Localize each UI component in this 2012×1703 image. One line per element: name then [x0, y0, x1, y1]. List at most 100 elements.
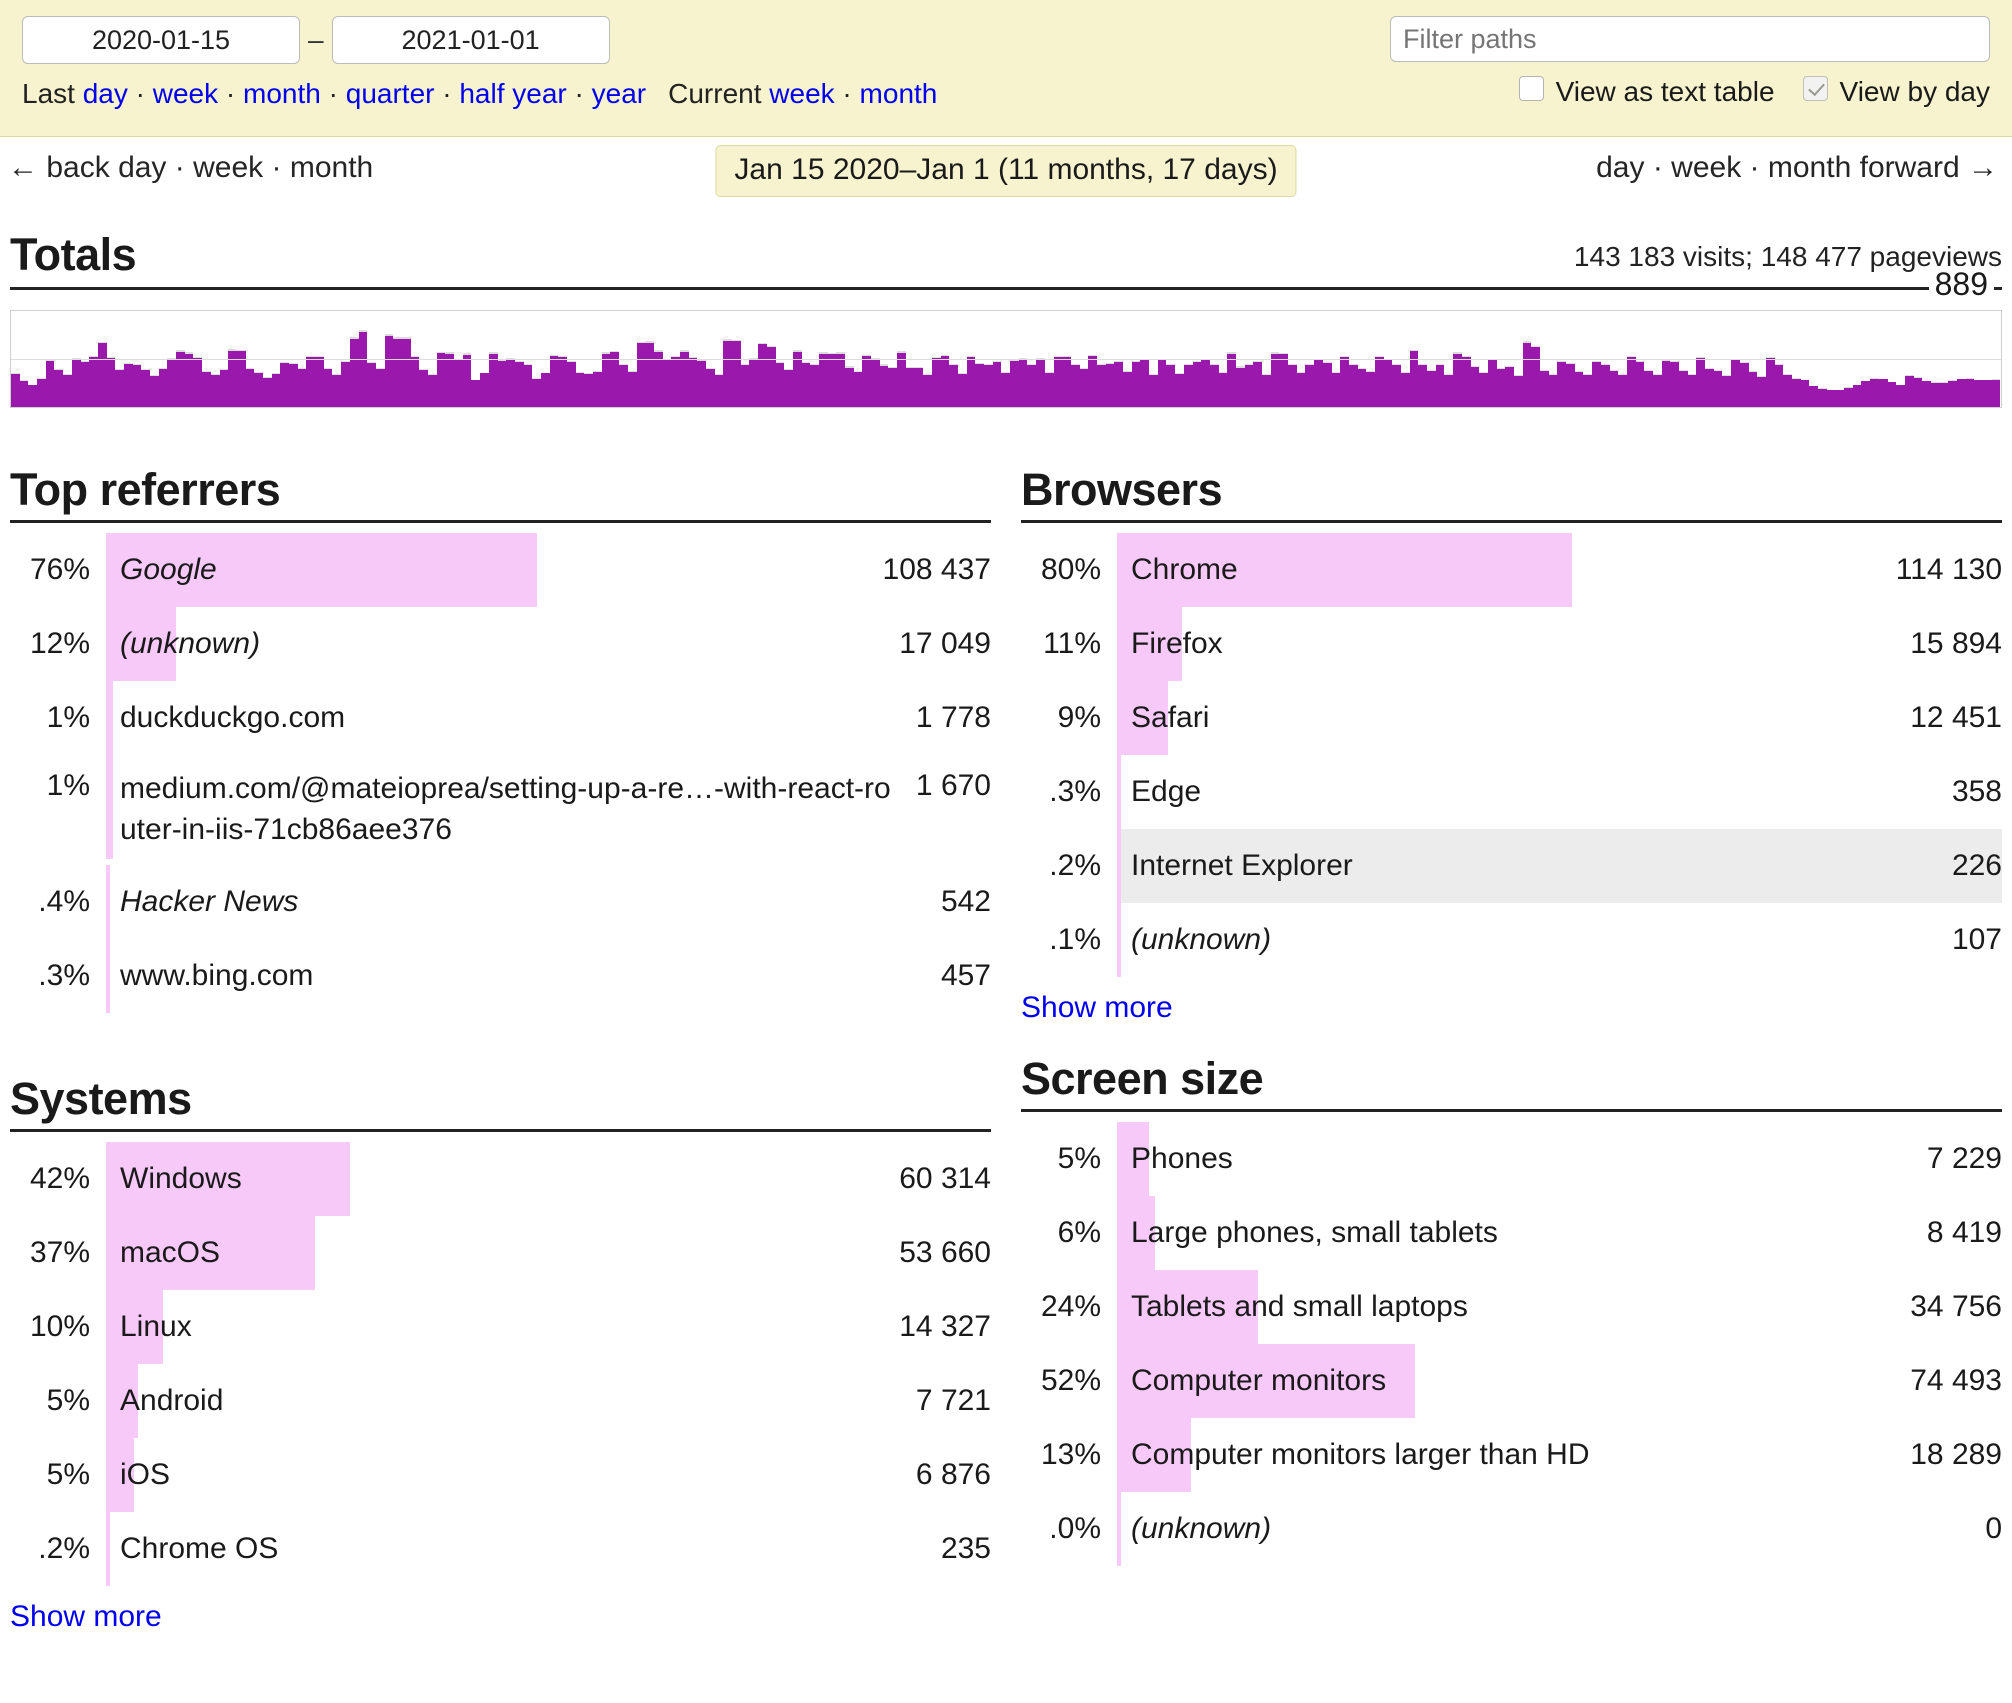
- chart-bar-visits: [1870, 379, 1879, 407]
- stat-label: medium.com/@mateioprea/setting-up-a-re…-…: [120, 772, 891, 846]
- stat-percent: 37%: [29, 1236, 90, 1269]
- view-by-day-option[interactable]: View by day: [1802, 76, 1990, 108]
- stat-row[interactable]: .3% www.bing.com 457: [10, 939, 991, 1013]
- view-as-text-table-option[interactable]: View as text table: [1518, 76, 1775, 108]
- stat-count: 114 130: [1895, 553, 2002, 586]
- stat-bar-wrap: medium.com/@mateioprea/setting-up-a-re…-…: [106, 755, 896, 859]
- chart-bar-visits: [732, 341, 741, 407]
- chart-bar-visits: [662, 360, 672, 407]
- stat-percent: 1%: [46, 769, 90, 802]
- stat-count: 457: [940, 959, 991, 992]
- chart-bar-visits: [636, 343, 646, 407]
- stat-count: 7 229: [1926, 1142, 2002, 1175]
- stat-bar-wrap: Safari: [1117, 681, 1890, 755]
- last-week-link[interactable]: week: [153, 78, 218, 109]
- stat-row[interactable]: 13% Computer monitors larger than HD 18 28…: [1021, 1418, 2002, 1492]
- chart-bar-visits: [1557, 362, 1567, 407]
- forward-week-link[interactable]: week: [1671, 151, 1741, 184]
- chart-bar-visits: [176, 351, 185, 407]
- totals-bar-chart[interactable]: [10, 310, 2002, 408]
- stat-label: duckduckgo.com: [120, 700, 346, 734]
- date-start-input[interactable]: [22, 16, 300, 64]
- top-referrers-rows: 76% Google 108 437 12% (unknown) 17 049 1% duck…: [10, 533, 991, 1013]
- stat-bar-wrap: macOS: [106, 1216, 879, 1290]
- stat-row[interactable]: 42% Windows 60 314: [10, 1142, 991, 1216]
- stat-label: Computer monitors: [1131, 1363, 1387, 1397]
- stat-label: Linux: [120, 1309, 192, 1343]
- chart-bar-visits: [966, 357, 976, 407]
- chart-bar-visits: [1896, 385, 1905, 407]
- date-end-input[interactable]: [331, 16, 610, 64]
- stat-count: 6 876: [915, 1458, 991, 1491]
- stat-row[interactable]: 11% Firefox 15 894: [1021, 607, 2002, 681]
- current-month-link[interactable]: month: [860, 78, 938, 109]
- stat-row[interactable]: .2% Chrome OS 235: [10, 1512, 991, 1586]
- stat-percent: 13%: [1040, 1438, 1101, 1471]
- chart-bar-visits: [454, 360, 463, 407]
- current-week-link[interactable]: week: [769, 78, 834, 109]
- stat-row[interactable]: 76% Google 108 437: [10, 533, 991, 607]
- stat-percent: .3%: [1049, 775, 1101, 808]
- browsers-show-more-link[interactable]: Show more: [1021, 991, 1173, 1025]
- chart-bar-visits: [1244, 365, 1254, 407]
- stat-bar-wrap: Internet Explorer: [1117, 829, 1932, 903]
- stat-row[interactable]: 12% (unknown) 17 049: [10, 607, 991, 681]
- stat-percent: 9%: [1057, 701, 1101, 734]
- stat-row[interactable]: 10% Linux 14 327: [10, 1290, 991, 1364]
- stat-row[interactable]: .0% (unknown) 0: [1021, 1492, 2002, 1566]
- stat-row[interactable]: 24% Tablets and small laptops 34 756: [1021, 1270, 2002, 1344]
- back-week-link[interactable]: week: [193, 151, 263, 184]
- stat-row[interactable]: .3% Edge 358: [1021, 755, 2002, 829]
- back-day-link[interactable]: day: [118, 151, 166, 184]
- forward-month-link[interactable]: month: [1768, 151, 1851, 184]
- filter-paths-input[interactable]: [1390, 16, 1990, 62]
- stat-label: (unknown): [1131, 922, 1272, 956]
- chart-bar-visits: [914, 368, 924, 407]
- chart-bar-visits: [1713, 371, 1723, 407]
- last-day-link[interactable]: day: [83, 78, 128, 109]
- chart-bar-visits: [1731, 360, 1740, 407]
- chart-bar-visits: [280, 362, 289, 407]
- stat-label: Chrome: [1131, 552, 1238, 586]
- systems-show-more-link[interactable]: Show more: [10, 1600, 162, 1634]
- chart-bar-visits: [1088, 355, 1097, 407]
- back-month-link[interactable]: month: [290, 151, 373, 184]
- chart-bar-visits: [1635, 362, 1645, 407]
- stat-row[interactable]: 80% Chrome 114 130: [1021, 533, 2002, 607]
- stat-row[interactable]: 1% duckduckgo.com 1 778: [10, 681, 991, 755]
- stat-row[interactable]: 5% Phones 7 229: [1021, 1122, 2002, 1196]
- chart-bar-visits: [1487, 360, 1497, 407]
- last-quarter-link[interactable]: quarter: [346, 78, 435, 109]
- last-year-link[interactable]: year: [592, 78, 646, 109]
- stat-percent: .2%: [38, 1532, 90, 1565]
- last-half-year-link[interactable]: half year: [459, 78, 566, 109]
- chart-bar-visits: [1296, 372, 1306, 407]
- stat-row[interactable]: .2% Internet Explorer 226: [1021, 829, 2002, 903]
- stat-row[interactable]: 52% Computer monitors 74 493: [1021, 1344, 2002, 1418]
- chart-bar-visits: [1826, 390, 1836, 407]
- last-month-link[interactable]: month: [243, 78, 321, 109]
- stat-row[interactable]: 37% macOS 53 660: [10, 1216, 991, 1290]
- chart-bar-visits: [992, 362, 1002, 407]
- stat-bar-wrap: iOS: [106, 1438, 896, 1512]
- chart-bar-visits: [853, 371, 863, 407]
- chart-mid-gridline: [11, 358, 2001, 360]
- stat-row[interactable]: 1% medium.com/@mateioprea/setting-up-a-re…: [10, 755, 991, 865]
- forward-day-link[interactable]: day: [1596, 151, 1644, 184]
- stat-row[interactable]: 9% Safari 12 451: [1021, 681, 2002, 755]
- systems-divider: [10, 1129, 991, 1132]
- chart-bar-visits: [1852, 385, 1862, 407]
- stat-row[interactable]: .4% Hacker News 542: [10, 865, 991, 939]
- view-as-text-table-checkbox[interactable]: [1518, 76, 1544, 101]
- stat-row[interactable]: 6% Large phones, small tablets 8 419: [1021, 1196, 2002, 1270]
- stat-percent: 12%: [29, 627, 90, 660]
- view-by-day-checkbox[interactable]: [1802, 76, 1828, 101]
- view-as-text-table-label: View as text table: [1555, 76, 1775, 107]
- chart-bar-visits: [1609, 370, 1619, 407]
- stat-row[interactable]: .1% (unknown) 107: [1021, 903, 2002, 977]
- stat-row[interactable]: 5% Android 7 721: [10, 1364, 991, 1438]
- view-options: View as text table View by day: [1390, 76, 1990, 108]
- chart-bar-visits: [1357, 369, 1367, 407]
- chart-bar-visits: [167, 359, 177, 407]
- stat-row[interactable]: 5% iOS 6 876: [10, 1438, 991, 1512]
